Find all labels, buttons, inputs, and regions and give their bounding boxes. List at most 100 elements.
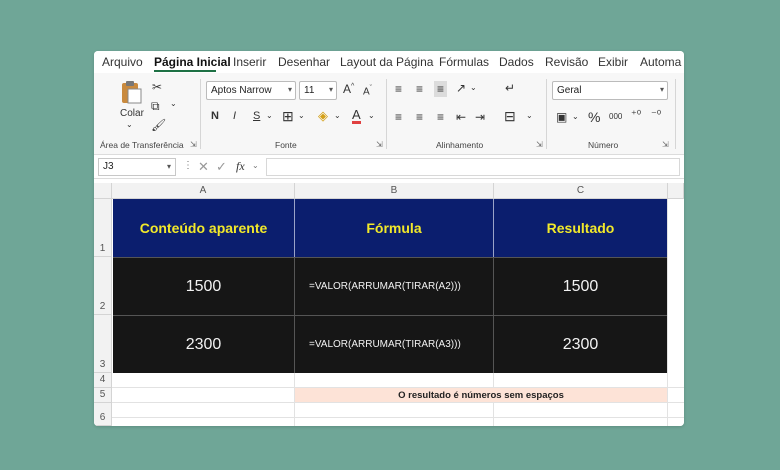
borders-dropdown-icon[interactable]: ⌄: [298, 112, 305, 120]
font-color-dropdown-icon[interactable]: ⌄: [368, 112, 375, 120]
cut-icon[interactable]: ✂: [152, 81, 162, 93]
percent-button[interactable]: %: [588, 110, 600, 124]
underline-dropdown-icon[interactable]: ⌄: [266, 112, 273, 120]
copy-icon[interactable]: ⧉: [151, 100, 160, 112]
borders-icon[interactable]: ⊞: [282, 109, 294, 123]
chevron-down-icon: ▾: [166, 162, 171, 171]
select-all-corner[interactable]: [94, 183, 112, 199]
number-format-value: Geral: [557, 85, 582, 96]
group-divider: [200, 79, 201, 149]
alignment-group-label: Alinhamento: [436, 140, 484, 150]
orientation-dropdown-icon[interactable]: ⌄: [470, 84, 477, 92]
fill-color-dropdown-icon[interactable]: ⌄: [334, 112, 341, 120]
underline-button[interactable]: S: [253, 111, 260, 122]
font-size-value: 11: [304, 85, 315, 96]
cell-b2[interactable]: =VALOR(ARRUMAR(TIRAR(A2))): [295, 257, 494, 315]
tab-arquivo[interactable]: Arquivo: [102, 55, 143, 69]
row-header-1[interactable]: 1: [94, 199, 112, 257]
excel-window: Arquivo Página Inicial Inserir Desenhar …: [94, 51, 684, 426]
paste-icon: [122, 81, 142, 104]
group-divider: [675, 79, 676, 149]
cell-a3[interactable]: 2300: [113, 315, 295, 373]
italic-button[interactable]: I: [233, 111, 236, 122]
font-name-value: Aptos Narrow: [211, 85, 272, 96]
wrap-text-icon[interactable]: ↵: [505, 82, 515, 94]
tab-layout-da-pagina[interactable]: Layout da Página: [340, 55, 433, 69]
chevron-down-icon: ▾: [328, 85, 333, 94]
chevron-down-icon: ▾: [659, 85, 664, 94]
align-middle-icon[interactable]: ≡: [416, 83, 423, 95]
formula-input[interactable]: [266, 158, 680, 176]
result-note[interactable]: O resultado é números sem espaços: [295, 388, 667, 402]
group-divider: [546, 79, 547, 149]
cell-c1[interactable]: Resultado: [494, 199, 667, 257]
copy-dropdown-icon[interactable]: ⌄: [170, 100, 177, 108]
cell-a1[interactable]: Conteúdo aparente: [113, 199, 295, 257]
increase-indent-icon[interactable]: ⇥: [475, 111, 485, 123]
cell-a2[interactable]: 1500: [113, 257, 295, 315]
font-size-dropdown[interactable]: 11 ▾: [299, 81, 337, 100]
thousands-separator-button[interactable]: 000: [609, 113, 622, 121]
alignment-launcher-icon[interactable]: ⇲: [536, 140, 543, 149]
tab-formulas[interactable]: Fórmulas: [439, 55, 489, 69]
insert-function-button[interactable]: fx: [236, 160, 245, 172]
tab-desenhar[interactable]: Desenhar: [278, 55, 330, 69]
currency-icon[interactable]: ▣: [556, 111, 567, 123]
decrease-indent-icon[interactable]: ⇤: [456, 111, 466, 123]
enter-icon[interactable]: ✓: [216, 160, 227, 173]
font-color-icon[interactable]: A: [352, 108, 361, 124]
merge-center-icon[interactable]: ⊟: [504, 109, 516, 123]
more-options-icon[interactable]: ⋮: [183, 161, 193, 171]
column-header-c[interactable]: C: [494, 183, 668, 199]
merge-dropdown-icon[interactable]: ⌄: [526, 112, 533, 120]
clipboard-launcher-icon[interactable]: ⇲: [190, 140, 197, 149]
cell-b3[interactable]: =VALOR(ARRUMAR(TIRAR(A3))): [295, 315, 494, 373]
cancel-icon[interactable]: ✕: [198, 160, 209, 173]
function-dropdown-icon[interactable]: ⌄: [252, 162, 259, 170]
tab-dados[interactable]: Dados: [499, 55, 534, 69]
row-header-3[interactable]: 3: [94, 315, 112, 373]
decrease-font-icon[interactable]: Aˇ: [363, 85, 372, 97]
chevron-down-icon: ▾: [287, 85, 292, 94]
row-header-4[interactable]: 4: [94, 373, 112, 388]
format-painter-icon[interactable]: 🖌: [151, 119, 166, 131]
cell-c2[interactable]: 1500: [494, 257, 667, 315]
increase-font-icon[interactable]: A^: [343, 83, 354, 95]
font-name-dropdown[interactable]: Aptos Narrow ▾: [206, 81, 296, 100]
font-launcher-icon[interactable]: ⇲: [376, 140, 383, 149]
increase-decimal-icon[interactable]: ⁺⁰: [631, 110, 641, 121]
currency-dropdown-icon[interactable]: ⌄: [572, 113, 579, 121]
orientation-icon[interactable]: ↗: [456, 82, 466, 94]
paste-dropdown-icon[interactable]: ⌄: [126, 121, 133, 129]
align-right-icon[interactable]: ≡: [437, 111, 444, 123]
group-divider: [386, 79, 387, 149]
tab-pagina-inicial[interactable]: Página Inicial: [154, 55, 231, 69]
cell-b1[interactable]: Fórmula: [295, 199, 494, 257]
align-top-icon[interactable]: ≡: [395, 83, 402, 95]
column-header-a[interactable]: A: [112, 183, 295, 199]
tab-automatizar[interactable]: Automa: [640, 55, 681, 69]
column-header-d[interactable]: [668, 183, 684, 199]
bold-button[interactable]: N: [211, 111, 219, 122]
tab-exibir[interactable]: Exibir: [598, 55, 628, 69]
name-box[interactable]: J3 ▾: [98, 158, 176, 176]
row-header-5[interactable]: 5: [94, 388, 112, 403]
align-center-icon[interactable]: ≡: [416, 111, 423, 123]
tab-revisao[interactable]: Revisão: [545, 55, 588, 69]
number-launcher-icon[interactable]: ⇲: [662, 140, 669, 149]
fill-color-icon[interactable]: ◈: [318, 109, 328, 122]
row-header-6[interactable]: 6: [94, 403, 112, 426]
decrease-decimal-icon[interactable]: ⁻⁰: [651, 110, 661, 121]
align-bottom-icon[interactable]: ≡: [434, 81, 448, 97]
active-tab-indicator: [154, 70, 216, 72]
number-format-dropdown[interactable]: Geral ▾: [552, 81, 668, 100]
row-header-2[interactable]: 2: [94, 257, 112, 315]
font-group-label: Fonte: [275, 140, 297, 150]
tab-inserir[interactable]: Inserir: [233, 55, 266, 69]
spreadsheet-grid: A B C 1 2 3 4 5 6 Conteúdo aparente Fórm…: [94, 183, 684, 426]
align-left-icon[interactable]: ≡: [395, 111, 402, 123]
column-header-b[interactable]: B: [295, 183, 494, 199]
number-group-label: Número: [588, 140, 619, 150]
ribbon-tabs: Arquivo Página Inicial Inserir Desenhar …: [94, 51, 684, 73]
cell-c3[interactable]: 2300: [494, 315, 667, 373]
